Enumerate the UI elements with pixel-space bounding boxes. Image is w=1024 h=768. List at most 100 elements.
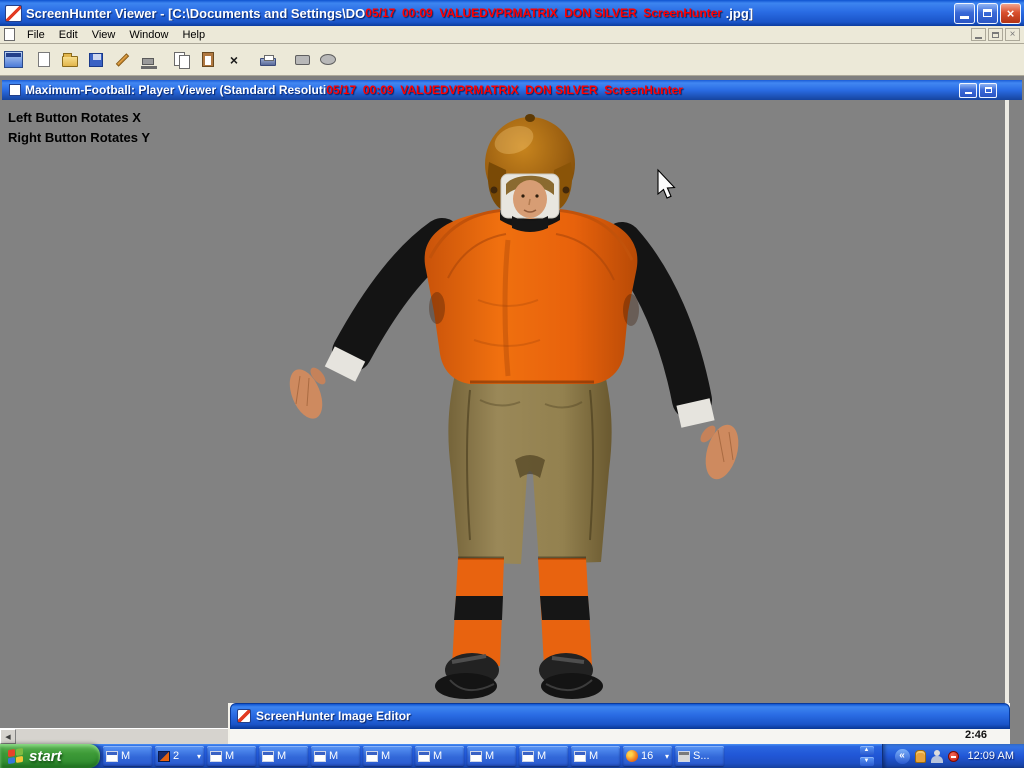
menubar: File Edit View Window Help × [0, 26, 1024, 44]
ellipse-tool-button[interactable] [315, 47, 341, 73]
app-titlebar[interactable]: ScreenHunter Viewer - [C:\Documents and … [0, 0, 1024, 26]
copy-icon [174, 51, 190, 69]
mdi-workspace: Maximum-Football: Player Viewer (Standar… [0, 76, 1024, 744]
toolbar-separator [161, 59, 169, 60]
window-icon [314, 750, 326, 762]
player-socks [452, 556, 592, 666]
taskbar-button-label: M [433, 750, 443, 762]
toolbar-separator [281, 59, 289, 60]
restore-icon [992, 31, 999, 38]
paste-icon [202, 52, 214, 67]
rectangle-tool-button[interactable] [289, 47, 315, 73]
alert-tray-icon[interactable] [947, 750, 959, 762]
collapse-chevron-icon[interactable]: « [894, 748, 910, 764]
screenhunter-icon [5, 4, 22, 22]
scroll-down-button[interactable]: ▼ [859, 757, 874, 766]
taskbar-button[interactable]: M [415, 746, 464, 766]
window-icon [210, 750, 222, 762]
copy-button[interactable] [169, 47, 195, 73]
mdi-minimize-button[interactable] [959, 82, 977, 98]
mdi-maximize-button[interactable] [979, 82, 997, 98]
window-icon [522, 750, 534, 762]
firefox-icon [626, 750, 638, 762]
window-icon [106, 750, 118, 762]
taskbar-button-label: M [537, 750, 547, 762]
restore-button[interactable] [977, 2, 998, 24]
close-icon: × [1009, 29, 1016, 40]
taskbar-button[interactable]: M [571, 746, 620, 766]
scroll-left-icon: ◀ [5, 733, 11, 741]
player-shoes [435, 653, 603, 699]
menu-file[interactable]: File [20, 27, 52, 43]
close-button[interactable]: × [1000, 2, 1021, 24]
window-title-right: .jpg] [722, 5, 754, 21]
menu-view[interactable]: View [85, 27, 123, 43]
horizontal-scrollbar[interactable]: ◀ [0, 728, 229, 744]
player-left-arm [289, 218, 462, 419]
taskbar-button[interactable]: M [311, 746, 360, 766]
mdi-title-text: Maximum-Football: Player Viewer (Standar… [25, 83, 327, 97]
minimize-button[interactable] [954, 2, 975, 24]
open-button[interactable] [57, 47, 83, 73]
maximize-icon [984, 87, 992, 93]
edit-button[interactable] [109, 47, 135, 73]
taskbar-button-label: M [329, 750, 339, 762]
window-icon [366, 750, 378, 762]
mdi-restore-button[interactable] [988, 28, 1003, 41]
watermark-stamp: 05/17 00:09 VALUEDVPRMATRIX DON SILVER S… [326, 83, 683, 97]
player-viewport[interactable]: Left Button Rotates X Right Button Rotat… [0, 100, 1024, 744]
taskbar-group-button-firefox[interactable]: 16 ▾ [623, 746, 672, 766]
editor-content: 2:46 [230, 729, 1010, 742]
window-icon [262, 750, 274, 762]
hint-line-2: Right Button Rotates Y [8, 130, 151, 145]
mdi-minimize-button[interactable] [971, 28, 986, 41]
mdi-titlebar[interactable]: Maximum-Football: Player Viewer (Standar… [2, 80, 1022, 100]
editor-titlebar[interactable]: ScreenHunter Image Editor [230, 703, 1010, 729]
watermark-stamp: 05/17 00:09 VALUEDVPRMATRIX DON SILVER S… [365, 6, 723, 20]
taskbar-button[interactable]: M [207, 746, 256, 766]
scroll-up-icon: ▲ [863, 747, 870, 753]
editor-text-snippet: 2:46 [965, 729, 988, 741]
scroll-down-icon: ▼ [863, 758, 870, 764]
window-icon [574, 750, 586, 762]
taskbar-button[interactable]: M [103, 746, 152, 766]
mdi-window-border [1005, 100, 1009, 703]
taskbar-button[interactable]: M [519, 746, 568, 766]
scroll-left-button[interactable]: ◀ [0, 729, 16, 744]
save-icon [89, 52, 103, 67]
taskbar-button-label: M [121, 750, 131, 762]
taskbar-button[interactable]: M [363, 746, 412, 766]
taskbar-scroll-buttons: ▲ ▼ [859, 746, 874, 766]
save-button[interactable] [83, 47, 109, 73]
windows-flag-icon [8, 747, 23, 765]
taskbar-button[interactable]: M [467, 746, 516, 766]
menu-help[interactable]: Help [175, 27, 212, 43]
delete-button[interactable]: × [221, 47, 247, 73]
taskbar-button-label: 16 [641, 750, 654, 762]
stamp-button[interactable] [135, 47, 161, 73]
scroll-up-button[interactable]: ▲ [859, 746, 874, 755]
window-icon [678, 750, 690, 762]
mdi-close-button[interactable]: × [1005, 28, 1020, 41]
maximum-football-icon [158, 750, 170, 762]
start-button[interactable]: start [0, 744, 100, 768]
taskbar-button[interactable]: M [259, 746, 308, 766]
editor-window[interactable]: ScreenHunter Image Editor 2:46 [228, 703, 1010, 744]
taskbar-group-button-mf[interactable]: 2 ▾ [155, 746, 204, 766]
taskbar-button-label: M [485, 750, 495, 762]
user-tray-icon[interactable] [930, 749, 943, 763]
menu-window[interactable]: Window [122, 27, 175, 43]
new-button[interactable] [31, 47, 57, 73]
editor-title: ScreenHunter Image Editor [256, 709, 411, 723]
print-button[interactable] [255, 47, 281, 73]
system-tray: « 12:09 AM [881, 744, 1024, 768]
taskbar: start M 2 ▾ M M M M M M M M 16 ▾ S... ▲ … [0, 744, 1024, 768]
hand-tray-icon[interactable] [914, 749, 926, 763]
paste-button[interactable] [195, 47, 221, 73]
taskbar-button[interactable]: S... [675, 746, 724, 766]
window-title-left: ScreenHunter Viewer - [C:\Documents and … [26, 5, 366, 21]
window-title: ScreenHunter Viewer - [C:\Documents and … [26, 6, 753, 21]
menu-edit[interactable]: Edit [52, 27, 85, 43]
close-icon: × [1006, 5, 1015, 21]
delete-icon: × [229, 51, 239, 68]
